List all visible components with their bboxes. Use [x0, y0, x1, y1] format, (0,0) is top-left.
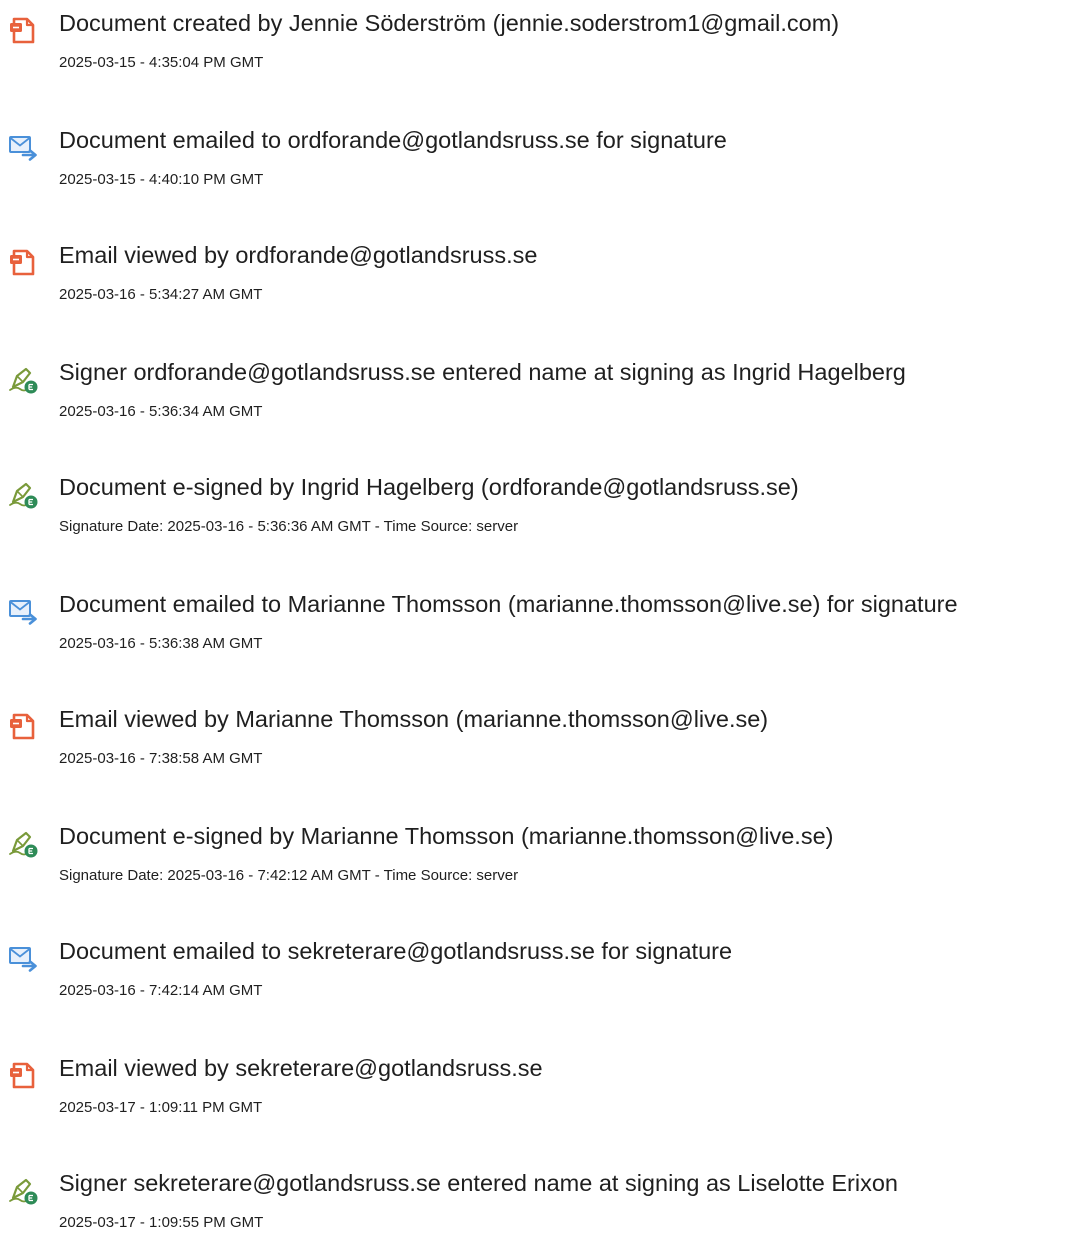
- timeline-event: Document emailed to Marianne Thomsson (m…: [0, 589, 1080, 669]
- event-title: Email viewed by ordforande@gotlandsruss.…: [59, 242, 538, 268]
- event-timestamp: 2025-03-16 - 7:42:14 AM GMT: [59, 982, 263, 999]
- email-sent-icon: [8, 944, 48, 974]
- event-timestamp: Signature Date: 2025-03-16 - 5:36:36 AM …: [59, 518, 519, 535]
- email-sent-icon: [8, 597, 48, 627]
- event-title: Document created by Jennie Söderström (j…: [59, 10, 840, 36]
- event-timestamp: 2025-03-15 - 4:35:04 PM GMT: [59, 54, 264, 71]
- event-timestamp: 2025-03-16 - 5:36:34 AM GMT: [59, 403, 263, 420]
- event-title: Document e-signed by Ingrid Hagelberg (o…: [59, 474, 799, 500]
- signature-pen-icon: [8, 365, 48, 395]
- timeline-event: Document e-signed by Marianne Thomsson (…: [0, 821, 1080, 901]
- timeline-event: Document e-signed by Ingrid Hagelberg (o…: [0, 472, 1080, 552]
- event-title: Email viewed by Marianne Thomsson (maria…: [59, 706, 769, 732]
- document-icon: [8, 248, 48, 278]
- event-timestamp: 2025-03-17 - 1:09:55 PM GMT: [59, 1214, 264, 1231]
- signature-pen-icon: [8, 829, 48, 859]
- timeline-event: Document created by Jennie Söderström (j…: [0, 8, 1080, 88]
- event-title: Document emailed to ordforande@gotlandsr…: [59, 127, 727, 153]
- timeline-event: Document emailed to ordforande@gotlandsr…: [0, 125, 1080, 205]
- timeline-event: Signer sekreterare@gotlandsruss.se enter…: [0, 1168, 1080, 1248]
- signature-pen-icon: [8, 1176, 48, 1206]
- document-icon: [8, 1061, 48, 1091]
- document-icon: [8, 16, 48, 46]
- event-timestamp: 2025-03-17 - 1:09:11 PM GMT: [59, 1099, 263, 1116]
- event-timestamp: 2025-03-16 - 7:38:58 AM GMT: [59, 750, 263, 767]
- event-title: Document emailed to sekreterare@gotlands…: [59, 938, 733, 964]
- timeline-event: Email viewed by sekreterare@gotlandsruss…: [0, 1053, 1080, 1133]
- email-sent-icon: [8, 133, 48, 163]
- timeline-event: Email viewed by Marianne Thomsson (maria…: [0, 704, 1080, 784]
- event-title: Email viewed by sekreterare@gotlandsruss…: [59, 1055, 543, 1081]
- event-timestamp: 2025-03-15 - 4:40:10 PM GMT: [59, 171, 264, 188]
- timeline-event: Email viewed by ordforande@gotlandsruss.…: [0, 240, 1080, 320]
- signature-pen-icon: [8, 480, 48, 510]
- event-timestamp: 2025-03-16 - 5:34:27 AM GMT: [59, 286, 263, 303]
- event-title: Document e-signed by Marianne Thomsson (…: [59, 823, 834, 849]
- timeline-event: Document emailed to sekreterare@gotlands…: [0, 936, 1080, 1016]
- event-title: Signer ordforande@gotlandsruss.se entere…: [59, 359, 906, 385]
- event-timestamp: 2025-03-16 - 5:36:38 AM GMT: [59, 635, 263, 652]
- document-icon: [8, 712, 48, 742]
- event-title: Signer sekreterare@gotlandsruss.se enter…: [59, 1170, 898, 1196]
- event-title: Document emailed to Marianne Thomsson (m…: [59, 591, 958, 617]
- timeline-event: Signer ordforande@gotlandsruss.se entere…: [0, 357, 1080, 437]
- event-timestamp: Signature Date: 2025-03-16 - 7:42:12 AM …: [59, 867, 519, 884]
